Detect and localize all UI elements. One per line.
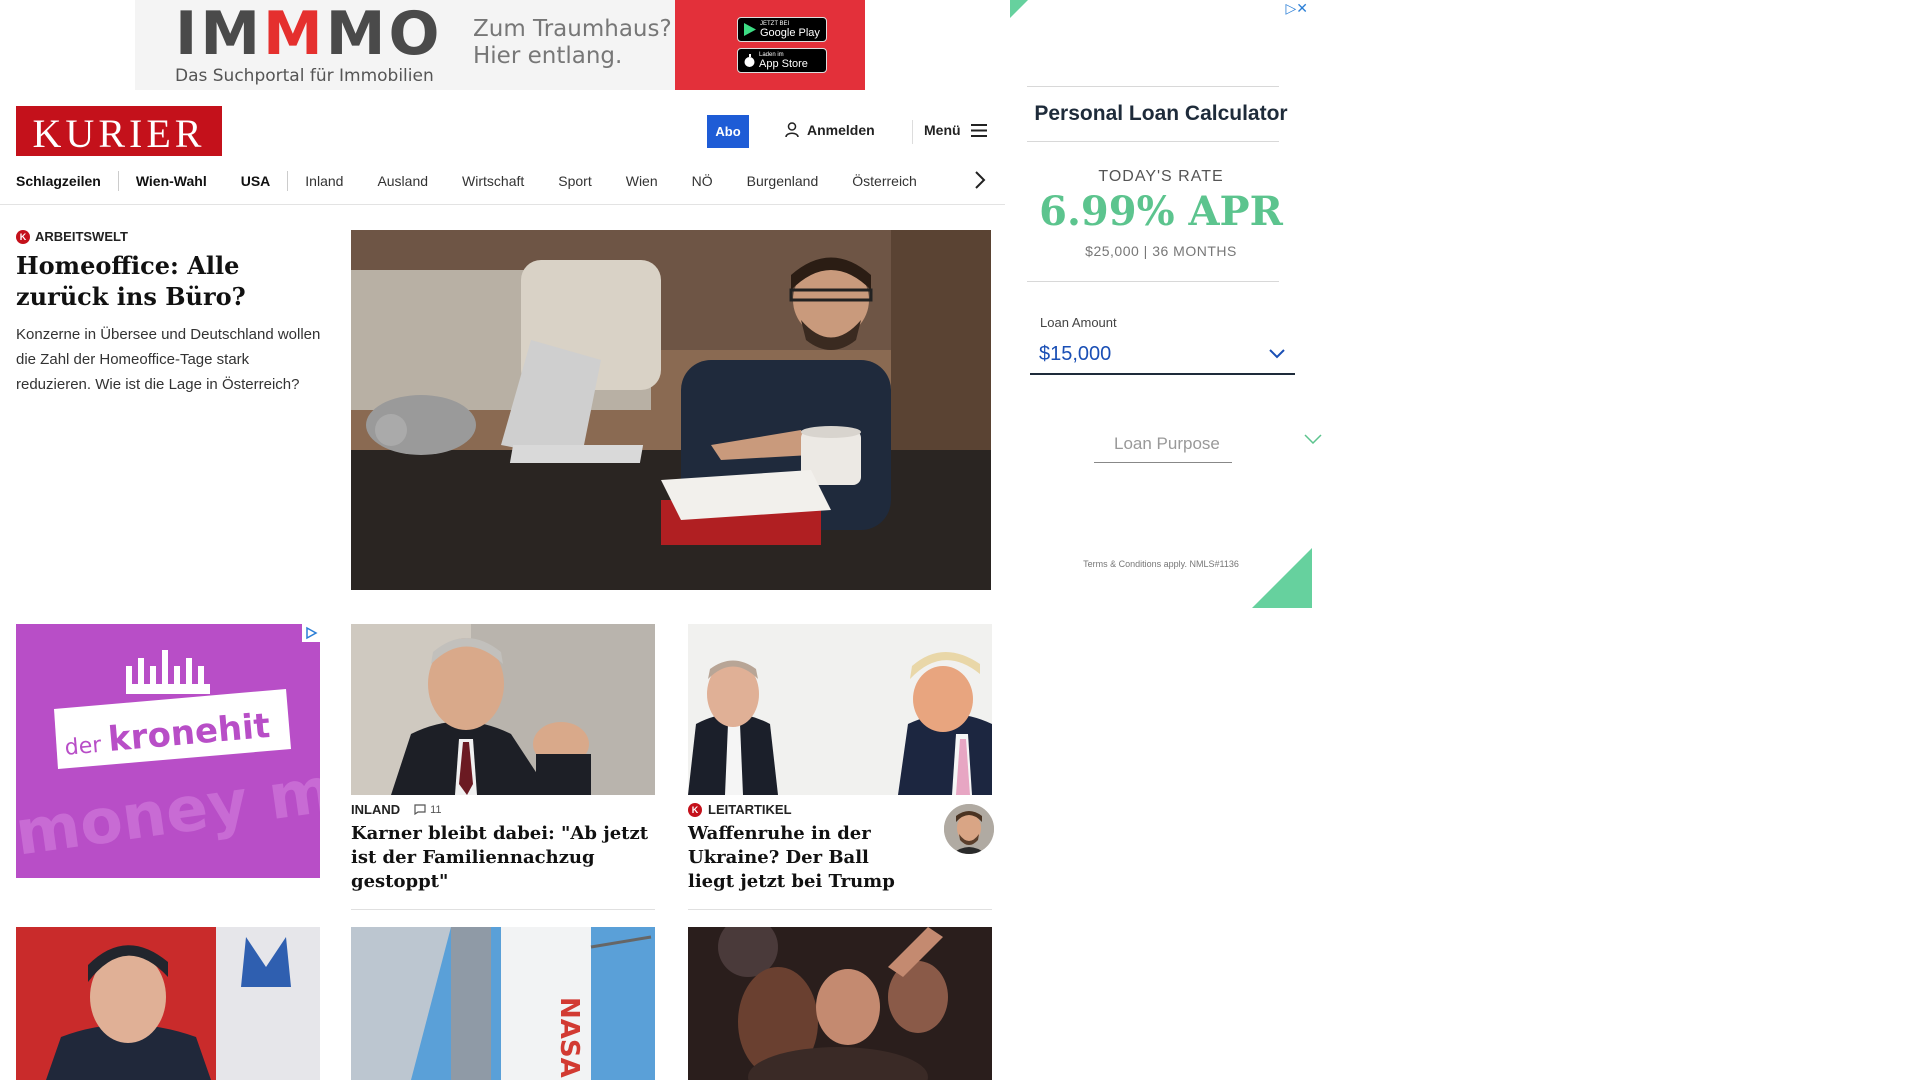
nav-separator	[287, 171, 289, 191]
immmo-logo-red-m: M	[263, 0, 326, 69]
karner-photo	[351, 624, 655, 795]
immmo-ad-left: IMMMO Das Suchportal für Immobilien Zum …	[135, 0, 675, 90]
card-meta-karner: INLAND 11	[351, 802, 442, 817]
card-headline-leitartikel[interactable]: Waffenruhe in der Ukraine? Der Ball lieg…	[688, 822, 908, 894]
main-navigation: Schlagzeilen Wien-Wahl USA Inland Auslan…	[16, 168, 996, 194]
loan-purpose-placeholder: Loan Purpose	[1094, 434, 1232, 463]
loan-amount-select[interactable]: $15,000	[1030, 335, 1295, 375]
adchoices-icon[interactable]: ▷✕	[1286, 0, 1309, 17]
hero-kicker-label: ARBEITSWELT	[35, 229, 128, 244]
ad-corner-decoration	[1252, 548, 1312, 608]
adchoices-icon[interactable]	[302, 624, 320, 642]
kronehit-ad[interactable]: money m der kronehit	[16, 624, 320, 878]
card-headline-karner[interactable]: Karner bleibt dabei: "Ab jetzt ist der F…	[351, 822, 655, 894]
hero-image[interactable]	[351, 230, 991, 590]
card-image-politician[interactable]	[16, 927, 320, 1080]
google-play-badge[interactable]: JETZT BEI Google Play	[737, 17, 827, 42]
loan-title: Personal Loan Calculator	[1034, 102, 1288, 125]
kurier-k-icon: K	[16, 229, 30, 244]
kurier-logo[interactable]: KURIER	[16, 106, 222, 156]
party-crowd-photo	[688, 927, 992, 1080]
immmo-banner-ad[interactable]: IMMMO Das Suchportal für Immobilien Zum …	[135, 0, 865, 90]
menu-label: Menü	[924, 122, 961, 138]
card-kicker: LEITARTIKEL	[708, 802, 792, 817]
header-separator	[912, 120, 913, 144]
nav-item-noe[interactable]: NÖ	[692, 173, 747, 189]
immmo-logo: IMMMO	[175, 2, 442, 66]
hero-photo-homeoffice	[351, 230, 991, 590]
chevron-right-icon[interactable]	[974, 170, 986, 190]
card-divider	[688, 909, 992, 910]
politician-photo	[16, 927, 320, 1080]
card-kicker: INLAND	[351, 802, 401, 817]
nav-item-burgenland[interactable]: Burgenland	[747, 173, 853, 189]
app-store-badge[interactable]: Laden im App Store	[737, 48, 827, 73]
kronehit-ad-graphic: money m der kronehit	[16, 624, 320, 878]
nav-item-oesterreich[interactable]: Österreich	[852, 173, 951, 189]
nav-item-wien-wahl[interactable]: Wien-Wahl	[136, 173, 241, 189]
nav-item-inland[interactable]: Inland	[305, 173, 377, 189]
comment-icon	[414, 804, 426, 815]
author-photo	[944, 804, 994, 854]
immmo-claim-line2: Hier entlang.	[473, 43, 623, 69]
immmo-logo-part3: MO	[325, 0, 443, 69]
loan-amount-value: $15,000	[1039, 342, 1112, 365]
immmo-subline: Das Suchportal für Immobilien	[175, 66, 434, 86]
loan-divider	[1027, 86, 1279, 87]
hero-lead-text: Konzerne in Übersee und Deutschland woll…	[16, 326, 321, 393]
user-icon	[785, 122, 799, 138]
loan-divider	[1027, 281, 1279, 282]
nav-item-usa[interactable]: USA	[241, 173, 305, 189]
card-divider	[351, 909, 655, 910]
nav-item-sport[interactable]: Sport	[558, 173, 625, 189]
nav-item-wien[interactable]: Wien	[626, 173, 692, 189]
comment-count[interactable]: 11	[414, 803, 442, 816]
nasa-logo-text: NASA	[554, 997, 584, 1078]
hamburger-icon	[970, 123, 987, 137]
comment-count-value: 11	[430, 803, 442, 816]
hero-headline[interactable]: Homeoffice: Alle zurück ins Büro?	[16, 250, 326, 312]
author-avatar[interactable]	[944, 804, 994, 854]
kronehit-prefix: der	[64, 733, 104, 761]
immmo-claim-line1: Zum Traumhaus?	[473, 16, 672, 42]
chevron-down-icon	[1269, 349, 1285, 359]
loan-divider	[1027, 141, 1279, 142]
nav-item-wirtschaft[interactable]: Wirtschaft	[462, 173, 558, 189]
ad-corner-decoration	[1010, 0, 1028, 18]
login-button[interactable]: Anmelden	[785, 122, 875, 138]
abo-button[interactable]: Abo	[707, 115, 749, 148]
menu-button[interactable]: Menü	[924, 122, 987, 138]
card-image-rocket[interactable]: NASA	[351, 927, 655, 1080]
hero-article[interactable]: K ARBEITSWELT Homeoffice: Alle zurück in…	[16, 229, 326, 397]
rocket-photo: NASA	[351, 927, 655, 1080]
putin-trump-photo	[688, 624, 992, 795]
loan-calculator-ad[interactable]: ▷✕ Personal Loan Calculator TODAY'S RATE…	[1010, 0, 1322, 608]
card-meta-leitartikel: K LEITARTIKEL	[688, 802, 792, 817]
card-image-party[interactable]	[688, 927, 992, 1080]
nav-separator	[117, 171, 119, 191]
loan-amount-label: Loan Amount	[1040, 315, 1117, 330]
nav-divider	[0, 204, 1005, 205]
immmo-ad-right: JETZT BEI Google Play Laden im App Store	[675, 0, 865, 90]
immmo-logo-part1: IM	[175, 0, 264, 69]
nav-item-ausland[interactable]: Ausland	[377, 173, 462, 189]
card-image-leitartikel[interactable]	[688, 624, 992, 795]
google-play-icon	[744, 23, 756, 36]
app-store-label: App Store	[759, 57, 808, 70]
google-play-label: Google Play	[760, 26, 820, 39]
chevron-down-icon	[1304, 434, 1322, 444]
rate-label: TODAY'S RATE	[1098, 168, 1224, 185]
hero-kicker: K ARBEITSWELT	[16, 229, 326, 244]
apple-icon	[744, 54, 755, 67]
rate-subtext: $25,000 | 36 MONTHS	[1085, 243, 1237, 259]
immmo-claim: Zum Traumhaus? Hier entlang.	[473, 16, 673, 70]
card-image-karner[interactable]	[351, 624, 655, 795]
login-label: Anmelden	[807, 122, 875, 138]
rate-value: 6.99% APR	[1039, 188, 1283, 235]
kurier-k-icon: K	[688, 802, 702, 817]
loan-purpose-select[interactable]: Loan Purpose	[1094, 430, 1322, 466]
